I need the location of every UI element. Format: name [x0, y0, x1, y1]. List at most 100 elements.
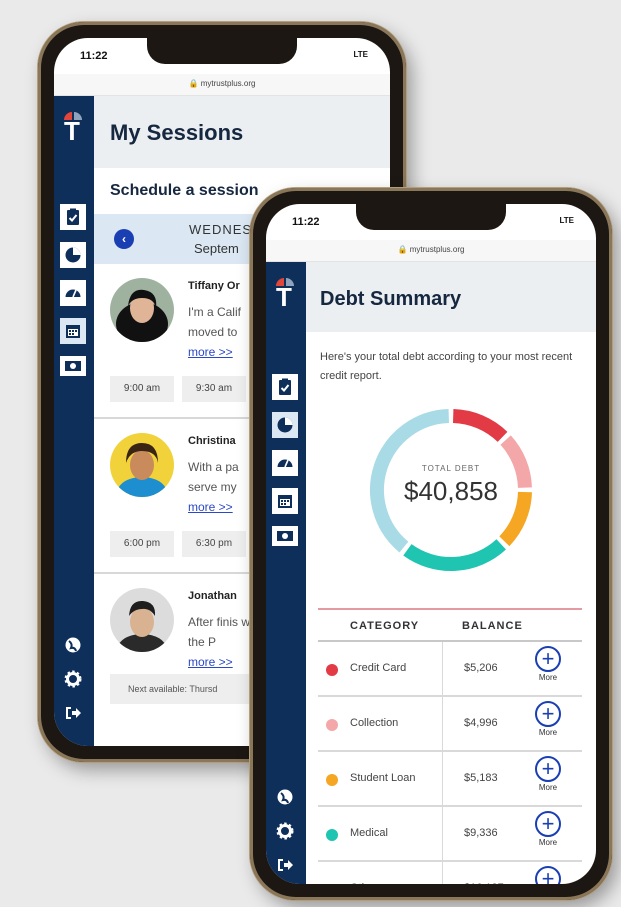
gauge-icon[interactable]: [58, 278, 88, 308]
balance-value: $9,336: [464, 827, 498, 839]
more-link[interactable]: more >>: [188, 345, 233, 359]
url-bar[interactable]: 🔒 mytrustplus.org: [54, 74, 390, 96]
logo[interactable]: T: [274, 276, 300, 310]
category-name: Other: [350, 882, 378, 884]
category-name: Medical: [350, 827, 388, 839]
avatar: [110, 433, 174, 497]
table-row: Other $16,137 +More: [318, 862, 582, 884]
table-row: Medical $9,336 + More: [318, 807, 582, 862]
more-button[interactable]: +More: [528, 646, 568, 682]
category-color-dot: [326, 664, 338, 676]
more-button[interactable]: +More: [528, 866, 568, 884]
globe-icon[interactable]: [64, 636, 82, 654]
lock-icon: 🔒: [397, 245, 408, 254]
column-divider: [442, 752, 443, 805]
more-link[interactable]: more >>: [188, 655, 233, 669]
category-header: CATEGORY: [350, 620, 420, 632]
clipboard-check-icon[interactable]: [270, 372, 300, 402]
more-label: More: [538, 673, 558, 682]
time-slot-button[interactable]: 9:30 am: [182, 376, 246, 402]
balance-header: BALANCE: [462, 620, 523, 632]
more-button[interactable]: +More: [528, 811, 568, 847]
date-weekday: WEDNES: [189, 222, 253, 237]
time-slot-button[interactable]: 6:00 pm: [110, 531, 174, 557]
gear-icon[interactable]: [276, 822, 294, 840]
status-signal: LTE: [353, 50, 368, 59]
category-color-dot: [326, 719, 338, 731]
money-icon[interactable]: [270, 524, 300, 548]
status-signal: LTE: [559, 216, 574, 225]
more-label: More: [538, 728, 558, 737]
coach-name: Christina: [188, 435, 236, 447]
table-row: Credit Card $5,206 + More: [318, 642, 582, 697]
more-label: More: [538, 838, 558, 847]
avatar: [110, 588, 174, 652]
time-slot-button[interactable]: 6:30 pm: [182, 531, 246, 557]
coach-name: Tiffany Or: [188, 280, 240, 292]
time-slot-button[interactable]: 9:00 am: [110, 376, 174, 402]
plus-icon: +: [535, 811, 561, 837]
page-title: Debt Summary: [306, 262, 596, 332]
more-link[interactable]: more >>: [188, 500, 233, 514]
category-color-dot: [326, 829, 338, 841]
total-debt-label: TOTAL DEBT: [421, 464, 481, 473]
date-month: Septem: [194, 241, 239, 256]
plus-icon: +: [535, 701, 561, 727]
page-title: My Sessions: [94, 96, 390, 168]
plus-icon: +: [535, 646, 561, 672]
url-bar[interactable]: 🔒 mytrustplus.org: [266, 240, 596, 262]
plus-icon: +: [535, 756, 561, 782]
lock-icon: 🔒: [188, 79, 199, 88]
table-header: CATEGORY BALANCE: [318, 608, 582, 642]
avatar: [110, 278, 174, 342]
table-row: Collection $4,996 + More: [318, 697, 582, 752]
debt-content: Debt Summary Here's your total debt acco…: [306, 262, 596, 884]
more-button[interactable]: +More: [528, 701, 568, 737]
front-phone: 11:22 LTE 🔒 mytrustplus.org T Debt Summa…: [250, 188, 612, 900]
debt-donut-chart: TOTAL DEBT $40,858: [361, 400, 541, 580]
balance-value: $16,137: [464, 882, 504, 884]
column-divider: [442, 862, 443, 884]
gear-icon[interactable]: [64, 670, 82, 688]
donut-segment-medical: [403, 539, 506, 571]
url-text: mytrustplus.org: [409, 245, 465, 254]
sidebar: T: [54, 96, 94, 746]
url-text: mytrustplus.org: [200, 79, 256, 88]
table-row: Student Loan $5,183 + More: [318, 752, 582, 807]
plus-icon: +: [535, 866, 561, 884]
donut-segment-credit-card: [452, 409, 508, 443]
category-color-dot: [326, 774, 338, 786]
more-label: More: [538, 783, 558, 792]
column-divider: [442, 642, 443, 695]
logout-icon[interactable]: [276, 856, 294, 874]
coach-name: Jonathan: [188, 590, 237, 602]
previous-date-button[interactable]: ‹: [114, 229, 134, 249]
debt-table: CATEGORY BALANCE Credit Card $5,206 + More C…: [318, 608, 582, 884]
total-debt-value: $40,858: [404, 476, 498, 506]
more-button[interactable]: +More: [528, 756, 568, 792]
category-name: Student Loan: [350, 772, 416, 784]
logout-icon[interactable]: [64, 704, 82, 722]
status-time: 11:22: [80, 50, 108, 62]
sidebar: T: [266, 262, 306, 884]
column-divider: [442, 697, 443, 750]
balance-value: $4,996: [464, 717, 498, 729]
globe-icon[interactable]: [276, 788, 294, 806]
gauge-icon[interactable]: [270, 448, 300, 478]
intro-text: Here's your total debt according to your…: [320, 351, 573, 382]
front-phone-screen: 11:22 LTE 🔒 mytrustplus.org T Debt Summa…: [266, 204, 596, 884]
pie-chart-icon[interactable]: [58, 240, 88, 270]
clipboard-check-icon[interactable]: [58, 202, 88, 232]
category-name: Credit Card: [350, 662, 407, 674]
phone-notch: [147, 38, 297, 64]
column-divider: [442, 807, 443, 860]
balance-value: $5,206: [464, 662, 498, 674]
pie-chart-icon[interactable]: [270, 410, 300, 440]
balance-value: $5,183: [464, 772, 498, 784]
calendar-icon[interactable]: [270, 486, 300, 516]
calendar-icon[interactable]: [58, 316, 88, 346]
logo[interactable]: T: [62, 110, 88, 144]
category-name: Collection: [350, 717, 399, 729]
status-time: 11:22: [292, 216, 320, 228]
money-icon[interactable]: [58, 354, 88, 378]
